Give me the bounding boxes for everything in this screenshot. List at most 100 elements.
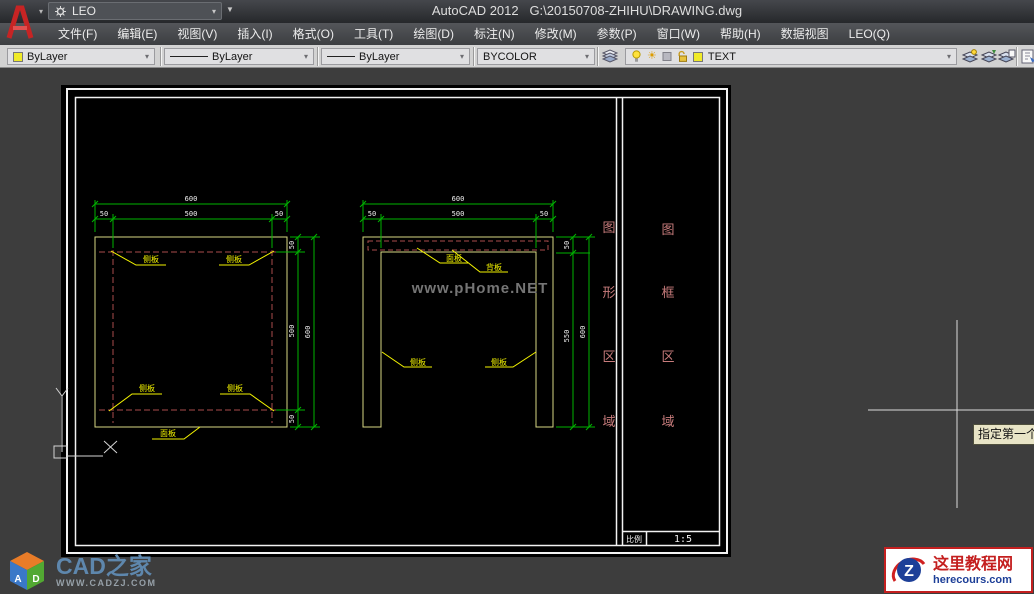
quick-access-overflow-button[interactable]: ▼ bbox=[226, 5, 234, 14]
dim-text: 50 bbox=[563, 241, 571, 249]
watermark-text: www.pHome.NET bbox=[411, 280, 549, 297]
menu-item-window[interactable]: 窗口(W) bbox=[647, 23, 710, 45]
toolbar-separator bbox=[473, 47, 475, 66]
menu-item-leo[interactable]: LEO(Q) bbox=[839, 23, 900, 45]
menu-item-edit[interactable]: 编辑(E) bbox=[107, 23, 167, 45]
color-swatch bbox=[13, 52, 23, 62]
menu-item-dimension[interactable]: 标注(N) bbox=[464, 23, 525, 45]
layers-icon bbox=[601, 48, 619, 65]
lineweight-value: ByLayer bbox=[359, 51, 399, 63]
menu-item-modify[interactable]: 修改(M) bbox=[525, 23, 587, 45]
workspace-name: LEO bbox=[72, 4, 96, 18]
cube-letter-d: D bbox=[32, 574, 39, 585]
plot-style-value: BYCOLOR bbox=[483, 51, 537, 63]
dim-text: 600 bbox=[185, 195, 198, 203]
match-properties-button[interactable] bbox=[1020, 48, 1034, 65]
callout-label: 侧板 bbox=[410, 357, 426, 367]
toolbar-separator bbox=[160, 47, 162, 66]
window-title: AutoCAD 2012 G:\20150708-ZHIHU\DRAWING.d… bbox=[140, 3, 1034, 18]
menu-item-view[interactable]: 视图(V) bbox=[167, 23, 227, 45]
unlock-icon bbox=[677, 50, 688, 63]
layer-dropdown[interactable]: ☀ TEXT ▾ bbox=[625, 48, 957, 65]
dim-text: 50 bbox=[368, 210, 376, 218]
svg-text:图: 图 bbox=[661, 222, 674, 237]
linetype-value: ByLayer bbox=[212, 51, 252, 63]
menu-item-format[interactable]: 格式(O) bbox=[283, 23, 344, 45]
callout-label: 面板 bbox=[446, 253, 462, 263]
titleblock-scale-label: 比例 bbox=[626, 534, 642, 544]
dim-text: 50 bbox=[275, 210, 283, 218]
layer-states-button[interactable] bbox=[998, 48, 1016, 65]
layer-properties-button[interactable] bbox=[601, 48, 619, 65]
plot-style-dropdown[interactable]: BYCOLOR ▾ bbox=[477, 48, 595, 65]
menu-item-insert[interactable]: 插入(I) bbox=[227, 23, 282, 45]
z-monogram: Z bbox=[904, 563, 914, 580]
workspace: 比例 1:5 图 形 区 域 图 框 区 域 60 bbox=[0, 68, 1034, 594]
svg-text:域: 域 bbox=[661, 414, 674, 429]
app-menu-caret-icon[interactable]: ▾ bbox=[39, 7, 43, 16]
svg-text:图: 图 bbox=[602, 220, 615, 235]
layer-on-bulb-icon bbox=[631, 50, 642, 63]
herecours-logo: Z 这里教程网 herecours.com bbox=[884, 547, 1033, 593]
chevron-down-icon: ▾ bbox=[460, 52, 464, 61]
layer-previous-button[interactable] bbox=[980, 48, 998, 65]
dim-text: 500 bbox=[185, 210, 198, 218]
dim-text: 50 bbox=[288, 415, 296, 423]
make-object-layer-current-button[interactable] bbox=[961, 48, 979, 65]
dim-text: 550 bbox=[563, 330, 571, 343]
layer-previous-icon bbox=[980, 48, 998, 65]
autocad-a-icon bbox=[0, 0, 38, 44]
crosshair-cursor[interactable] bbox=[868, 320, 1034, 508]
svg-text:框: 框 bbox=[661, 285, 674, 300]
toolbar-separator bbox=[317, 47, 319, 66]
dim-text: 600 bbox=[579, 326, 587, 339]
autocad-app-button[interactable] bbox=[0, 0, 38, 44]
chevron-down-icon: ▾ bbox=[145, 52, 149, 61]
callout-label: 侧板 bbox=[491, 357, 507, 367]
workspace-switcher[interactable]: LEO ▾ bbox=[48, 2, 222, 20]
callout-label: 侧板 bbox=[226, 254, 242, 264]
callout-label: 侧板 bbox=[227, 383, 243, 393]
dim-text: 50 bbox=[100, 210, 108, 218]
linetype-sample-icon bbox=[170, 56, 208, 57]
menu-item-draw[interactable]: 绘图(D) bbox=[403, 23, 464, 45]
color-dropdown[interactable]: ByLayer ▾ bbox=[7, 48, 155, 65]
workspace-caret-icon: ▾ bbox=[212, 7, 216, 16]
svg-text:区: 区 bbox=[602, 349, 615, 364]
callout-label: 侧板 bbox=[139, 383, 155, 393]
linetype-dropdown[interactable]: ByLayer ▾ bbox=[164, 48, 314, 65]
layer-viewport-icon bbox=[662, 51, 672, 62]
herecours-site-name: 这里教程网 bbox=[933, 555, 1013, 574]
cadzj-cube-icon: A D bbox=[6, 550, 48, 592]
dim-text: 600 bbox=[452, 195, 465, 203]
lineweight-dropdown[interactable]: ByLayer ▾ bbox=[321, 48, 470, 65]
callout-label: 侧板 bbox=[143, 254, 159, 264]
color-value: ByLayer bbox=[27, 51, 67, 63]
menu-bar: 文件(F) 编辑(E) 视图(V) 插入(I) 格式(O) 工具(T) 绘图(D… bbox=[0, 23, 1034, 45]
toolbar-separator bbox=[1016, 47, 1018, 66]
herecours-z-icon: Z bbox=[890, 551, 928, 589]
callout-label: 背板 bbox=[486, 262, 502, 272]
menu-item-help[interactable]: 帮助(H) bbox=[710, 23, 771, 45]
cadzj-site-name: CAD之家 bbox=[56, 554, 157, 578]
menu-item-tools[interactable]: 工具(T) bbox=[344, 23, 403, 45]
menu-item-file[interactable]: 文件(F) bbox=[48, 23, 107, 45]
chevron-down-icon: ▾ bbox=[304, 52, 308, 61]
layer-color-swatch bbox=[693, 52, 703, 62]
menu-item-dataview[interactable]: 数据视图 bbox=[771, 23, 839, 45]
chevron-down-icon: ▾ bbox=[585, 52, 589, 61]
drawing-canvas[interactable]: 比例 1:5 图 形 区 域 图 框 区 域 60 bbox=[0, 68, 1034, 594]
dim-text: 500 bbox=[288, 325, 296, 338]
titleblock-scale-value: 1:5 bbox=[674, 534, 692, 545]
cadzj-site-url: WWW.CADZJ.COM bbox=[56, 578, 157, 588]
lineweight-sample-icon bbox=[327, 56, 355, 57]
cadzj-logo: A D CAD之家 WWW.CADZJ.COM bbox=[6, 550, 157, 592]
layout-paper bbox=[61, 85, 731, 557]
autocad-window: AutoCAD 2012 G:\20150708-ZHIHU\DRAWING.d… bbox=[0, 0, 1034, 594]
dynamic-input-tooltip: 指定第一个 bbox=[973, 424, 1034, 445]
menu-item-parametric[interactable]: 参数(P) bbox=[587, 23, 647, 45]
svg-text:区: 区 bbox=[661, 349, 674, 364]
dim-text: 500 bbox=[452, 210, 465, 218]
dim-text: 600 bbox=[304, 326, 312, 339]
properties-toolbar: ByLayer ▾ ByLayer ▾ ByLayer ▾ BYCOLOR ▾ bbox=[0, 45, 1034, 68]
